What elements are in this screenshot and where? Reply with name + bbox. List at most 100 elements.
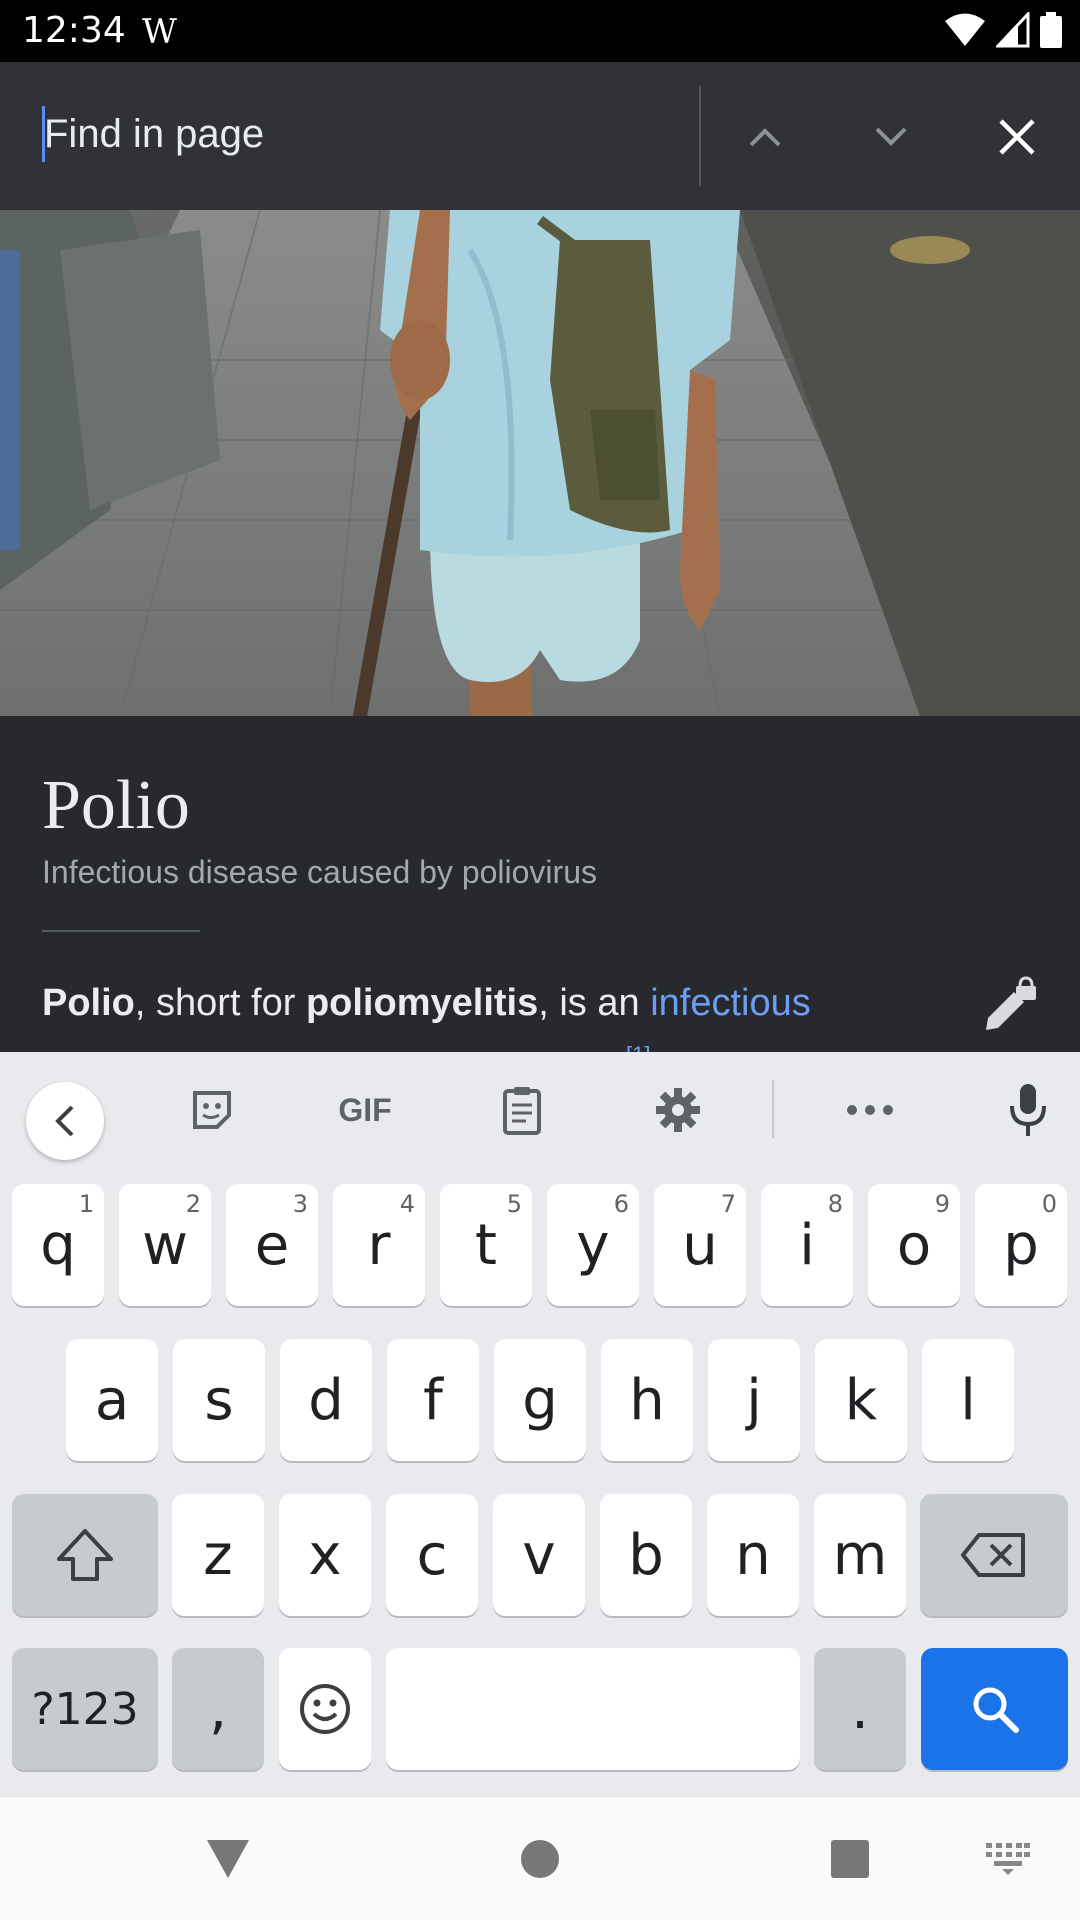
lead-paragraph: Polio, short for poliomyelitis, is an in… (42, 982, 811, 1025)
find-previous-button[interactable] (720, 92, 810, 182)
nav-recents-button[interactable] (820, 1829, 880, 1889)
key-hint: 6 (613, 1190, 629, 1218)
backspace-key[interactable] (920, 1494, 1068, 1616)
nav-back-button[interactable] (198, 1829, 258, 1889)
comma-key[interactable]: , (172, 1648, 264, 1770)
keyboard-switch-icon (986, 1843, 1030, 1875)
key-label: p (1003, 1212, 1039, 1278)
key-f[interactable]: f (387, 1339, 479, 1461)
find-in-page-input[interactable] (44, 102, 664, 166)
key-y[interactable]: y6 (547, 1184, 639, 1306)
key-label: w (142, 1212, 188, 1278)
key-h[interactable]: h (601, 1339, 693, 1461)
gear-icon (656, 1088, 700, 1132)
key-hint: 4 (399, 1190, 415, 1218)
wifi-icon (945, 13, 985, 46)
period-key[interactable]: . (814, 1648, 906, 1770)
find-bar-divider (699, 86, 701, 186)
key-j[interactable]: j (708, 1339, 800, 1461)
page-title: Polio (42, 767, 190, 844)
lead-term-full: poliomyelitis (305, 982, 539, 1024)
back-triangle-icon (207, 1840, 249, 1878)
key-hint: 5 (506, 1190, 522, 1218)
key-d[interactable]: d (280, 1339, 372, 1461)
key-k[interactable]: k (815, 1339, 907, 1461)
gif-button[interactable]: GIF (328, 1078, 402, 1142)
clipboard-button[interactable] (490, 1078, 554, 1142)
system-navigation-bar (0, 1796, 1080, 1920)
find-next-button[interactable] (846, 92, 936, 182)
keyboard-toolbar: GIF (0, 1052, 1080, 1168)
backspace-icon (961, 1533, 1025, 1577)
recents-square-icon (831, 1840, 869, 1878)
key-c[interactable]: c (386, 1494, 478, 1616)
key-z[interactable]: z (172, 1494, 264, 1616)
key-hint: 7 (720, 1190, 736, 1218)
close-icon (999, 119, 1035, 155)
key-t[interactable]: t5 (440, 1184, 532, 1306)
key-m[interactable]: m (814, 1494, 906, 1616)
infectious-link[interactable]: infectious (650, 982, 811, 1024)
key-hint: 0 (1041, 1190, 1057, 1218)
key-g[interactable]: g (494, 1339, 586, 1461)
pencil-lock-icon (986, 976, 1036, 1030)
key-hint: 8 (827, 1190, 843, 1218)
lead-text-2: , is an (538, 982, 651, 1024)
chevron-left-icon (55, 1105, 74, 1137)
polio-photo (0, 210, 1080, 716)
key-s[interactable]: s (173, 1339, 265, 1461)
key-hint: 9 (934, 1190, 950, 1218)
title-divider (42, 930, 200, 932)
key-w[interactable]: w2 (119, 1184, 211, 1306)
key-x[interactable]: x (279, 1494, 371, 1616)
page-description: Infectious disease caused by poliovirus (42, 854, 597, 890)
key-p[interactable]: p0 (975, 1184, 1067, 1306)
shift-key[interactable] (12, 1494, 158, 1616)
clipboard-icon (503, 1087, 541, 1135)
key-hint: 2 (185, 1190, 201, 1218)
emoji-key[interactable] (279, 1648, 371, 1770)
key-q[interactable]: q1 (12, 1184, 104, 1306)
key-hint: 1 (78, 1190, 94, 1218)
mic-icon (1010, 1084, 1046, 1136)
keyboard-back-button[interactable] (26, 1082, 104, 1160)
shift-arrow-icon (57, 1529, 113, 1581)
more-options-button[interactable] (838, 1078, 902, 1142)
article-lead-image[interactable] (0, 210, 1080, 716)
key-o[interactable]: o9 (868, 1184, 960, 1306)
key-v[interactable]: v (493, 1494, 585, 1616)
home-circle-icon (521, 1840, 559, 1878)
key-e[interactable]: e3 (226, 1184, 318, 1306)
lead-term: Polio (42, 982, 135, 1024)
key-label: t (475, 1212, 497, 1278)
status-time: 12:34 (22, 10, 126, 51)
find-in-page-toolbar (0, 62, 1080, 210)
sticker-icon (193, 1091, 231, 1129)
key-label: q (40, 1212, 76, 1278)
key-n[interactable]: n (707, 1494, 799, 1616)
lead-text: , short for (134, 982, 306, 1024)
key-b[interactable]: b (600, 1494, 692, 1616)
key-a[interactable]: a (66, 1339, 158, 1461)
key-i[interactable]: i8 (761, 1184, 853, 1306)
edit-protected-button[interactable] (980, 976, 1040, 1036)
wikipedia-notification-icon: W (142, 12, 177, 52)
close-find-button[interactable] (972, 92, 1062, 182)
sticker-button[interactable] (180, 1078, 244, 1142)
nav-home-button[interactable] (510, 1829, 570, 1889)
chevron-down-icon (875, 127, 907, 146)
key-r[interactable]: r4 (333, 1184, 425, 1306)
voice-input-button[interactable] (996, 1078, 1060, 1142)
key-u[interactable]: u7 (654, 1184, 746, 1306)
settings-button[interactable] (646, 1078, 710, 1142)
text-cursor (42, 106, 45, 162)
toolbar-divider (772, 1080, 774, 1138)
more-icon (847, 1105, 893, 1115)
battery-icon (1040, 12, 1062, 48)
key-l[interactable]: l (922, 1339, 1014, 1461)
search-key[interactable] (921, 1648, 1068, 1770)
status-icons (944, 12, 1062, 48)
space-key[interactable] (386, 1648, 800, 1770)
keyboard-switch-button[interactable] (978, 1829, 1038, 1889)
symbols-key[interactable]: ?123 (12, 1648, 158, 1770)
